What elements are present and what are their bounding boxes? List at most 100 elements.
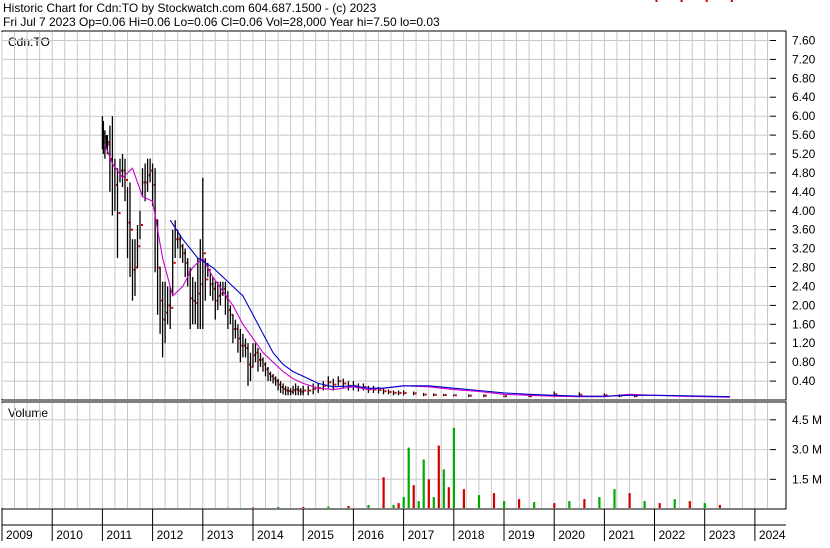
price-y-tick-label: 2.40 (792, 280, 816, 294)
volume-bar (428, 479, 430, 508)
price-close-dot (329, 381, 331, 383)
price-y-tick-label: 6.00 (792, 109, 816, 123)
volume-bar (383, 477, 385, 508)
volume-bar (438, 446, 440, 508)
price-close-dot (400, 392, 402, 394)
volume-bar (423, 460, 425, 509)
year-tick-label: 2022 (659, 528, 686, 542)
price-close-dot (470, 395, 472, 397)
volume-bar (613, 489, 615, 508)
year-tick-label: 2011 (106, 528, 132, 542)
price-close-dot (395, 392, 397, 394)
price-y-tick-label: 2.00 (792, 298, 816, 312)
volume-bar (553, 503, 555, 508)
price-panel-frame (2, 31, 786, 400)
price-y-tick-label: 0.80 (792, 355, 816, 369)
price-close-dot (385, 390, 387, 392)
price-close-dot (485, 395, 487, 397)
volume-bar (413, 485, 415, 508)
volume-panel-frame (2, 402, 786, 509)
price-close-dot (141, 224, 143, 226)
volume-bar (302, 507, 304, 508)
volume-bar (583, 499, 585, 508)
volume-bar (453, 428, 455, 508)
price-close-dot (131, 229, 133, 231)
price-y-tick-label: 3.60 (792, 223, 816, 237)
price-y-tick-label: 7.20 (792, 52, 816, 66)
price-close-dot (171, 307, 173, 309)
price-y-tick-label: 4.00 (792, 204, 816, 218)
volume-bar (433, 497, 435, 508)
price-close-dot (405, 392, 407, 394)
year-tick-label: 2020 (558, 528, 585, 542)
price-y-tick-label: 4.40 (792, 185, 816, 199)
year-tick-label: 2017 (408, 528, 435, 542)
price-close-dot (425, 394, 427, 396)
volume-bar (418, 501, 420, 508)
volume-y-tick-label: 3.0 M (792, 443, 822, 457)
price-close-dot (435, 394, 437, 396)
price-y-tick-label: 5.20 (792, 147, 816, 161)
volume-bar (277, 507, 279, 508)
year-tick-label: 2010 (56, 528, 83, 542)
volume-bar (443, 469, 445, 508)
volume-bar (518, 499, 520, 508)
volume-bar (689, 501, 691, 508)
volume-bar (398, 503, 400, 508)
price-close-dot (731, 0, 733, 2)
year-tick-label: 2023 (709, 528, 736, 542)
year-tick-label: 2013 (207, 528, 234, 542)
price-close-dot (139, 245, 141, 247)
volume-bar (704, 503, 706, 508)
year-tick-label: 2012 (157, 528, 184, 542)
price-close-dot (380, 389, 382, 391)
volume-bar (503, 501, 505, 508)
price-close-dot (119, 212, 121, 214)
price-y-tick-label: 4.80 (792, 166, 816, 180)
year-tick-label: 2021 (608, 528, 635, 542)
price-close-dot (309, 390, 311, 392)
price-y-tick-label: 7.60 (792, 34, 816, 48)
volume-bar (347, 506, 349, 508)
price-close-dot (304, 390, 306, 392)
year-tick-label: 2015 (307, 528, 334, 542)
price-close-dot (314, 388, 316, 390)
volume-bar (252, 507, 254, 508)
price-close-dot (339, 380, 341, 382)
volume-bar (393, 505, 395, 508)
price-y-tick-label: 2.80 (792, 261, 816, 275)
volume-bar (463, 489, 465, 508)
price-close-dot (706, 0, 708, 2)
year-tick-label: 2016 (357, 528, 384, 542)
price-y-tick-label: 3.20 (792, 242, 816, 256)
volume-bar (598, 497, 600, 508)
year-tick-label: 2019 (508, 528, 535, 542)
price-close-dot (334, 384, 336, 386)
price-close-dot (344, 382, 346, 384)
price-close-dot (455, 394, 457, 396)
volume-bar (644, 501, 646, 508)
volume-bar (448, 487, 450, 508)
price-close-dot (126, 179, 128, 181)
chart-canvas: Historic Chart for Cdn:TO by Stockwatch.… (0, 0, 830, 543)
price-close-dot (390, 391, 392, 393)
volume-y-tick-label: 1.5 M (792, 472, 822, 486)
volume-bar (403, 497, 405, 508)
volume-bar (719, 505, 721, 508)
year-tick-label: 2024 (759, 528, 786, 542)
volume-bar (674, 499, 676, 508)
price-y-tick-label: 6.40 (792, 90, 816, 104)
volume-bar (408, 448, 410, 508)
year-tick-label: 2009 (6, 528, 33, 542)
price-y-tick-label: 1.20 (792, 336, 816, 350)
price-close-dot (445, 394, 447, 396)
price-close-dot (206, 278, 208, 280)
volume-bar (533, 502, 535, 508)
volume-bar (568, 501, 570, 508)
price-y-tick-label: 5.60 (792, 128, 816, 142)
price-close-dot (656, 0, 658, 2)
price-y-tick-label: 0.40 (792, 374, 816, 388)
volume-bar (478, 495, 480, 508)
chart-header-quote: Fri Jul 7 2023 Op=0.06 Hi=0.06 Lo=0.06 C… (3, 15, 440, 29)
volume-bar (629, 493, 631, 508)
